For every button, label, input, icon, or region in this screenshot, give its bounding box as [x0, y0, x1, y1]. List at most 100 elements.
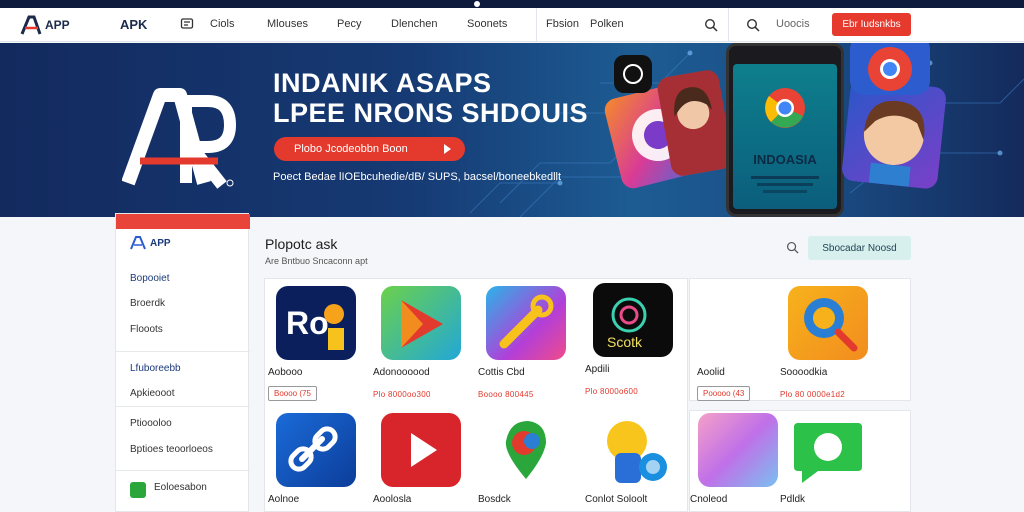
- sidebar-item-8[interactable]: Eoloesabon: [154, 482, 207, 493]
- app-icon-chat: [788, 413, 868, 487]
- sidebar-brand-text: APP: [150, 237, 171, 249]
- sidebar-item-5[interactable]: Apkieooot: [130, 388, 174, 399]
- sidebar-brand[interactable]: APP: [130, 236, 171, 250]
- section-title: Plopotc ask: [265, 236, 338, 252]
- hero-logo-icon: [122, 88, 236, 189]
- chrome-icon-large: [868, 47, 912, 91]
- floating-chrome-card: [850, 43, 930, 95]
- phone-screen: INDOASIA: [733, 64, 837, 209]
- app-price-tag: Boooo (75: [268, 386, 317, 401]
- map-pin-icon: [505, 421, 546, 479]
- hero-subtitle: Poect Bedae lIOEbcuhedie/dB/ SUPS, bacse…: [273, 171, 562, 183]
- nav-cta-button[interactable]: Ebr Iudsnkbs: [832, 13, 911, 36]
- app-icon-scout: Scotk: [593, 283, 673, 357]
- chrome-icon: [765, 88, 805, 128]
- app-name: Apdili: [585, 364, 610, 375]
- play-arrow-icon: [444, 144, 451, 154]
- play-button-icon: [411, 433, 437, 467]
- sidebar-item-4[interactable]: Lfuboreebb: [130, 363, 181, 374]
- filter-pill[interactable]: Sbocadar Noosd: [808, 236, 911, 260]
- app-icon-mascot: [593, 413, 673, 487]
- app-icon-search: [788, 286, 868, 360]
- sidebar-item-3[interactable]: Flooots: [130, 324, 163, 335]
- app-icon-gradient: [698, 413, 778, 487]
- hero-title-line1: INDANIK ASAPS: [273, 68, 492, 98]
- app-icon-video: [381, 413, 461, 487]
- app-icon-maps: [486, 413, 566, 487]
- link-icon: [288, 426, 338, 472]
- wrench-icon: [499, 294, 554, 349]
- app-name: Adonoooood: [373, 367, 430, 378]
- phone-mockup: INDOASIA: [726, 43, 844, 217]
- app-icon-link: [276, 413, 356, 487]
- app-name: Bosdck: [478, 494, 511, 505]
- nav-item-1[interactable]: Ciols: [210, 18, 234, 30]
- document-icon[interactable]: [180, 17, 194, 31]
- app-name: Aobooo: [268, 367, 303, 378]
- status-dot: [474, 1, 480, 7]
- app-name: Aoolosla: [373, 494, 412, 505]
- app-meta: Plo 80 0000e1d2: [780, 390, 845, 399]
- app-name: Cnoleod: [690, 494, 728, 505]
- play-store-icon: [401, 300, 443, 348]
- floating-app-art-2: [614, 55, 652, 93]
- app-icon-rox: Ro: [276, 286, 356, 360]
- sidebar-item-1[interactable]: Bopooiet: [130, 273, 169, 284]
- rox-icon: Ro: [286, 304, 344, 350]
- hero-banner: INDANIK ASAPS LPEE NRONS SHDOUIS Plobo J…: [0, 43, 1024, 217]
- app-name: Soooodkia: [780, 367, 828, 378]
- sidebar-item-6[interactable]: Ptioooloo: [130, 418, 172, 429]
- sidebar-divider-3: [116, 470, 250, 471]
- nav-divider-2: [728, 8, 729, 42]
- chat-bubble-icon: [794, 423, 862, 483]
- sidebar-accent: [116, 214, 250, 229]
- hero-cta-label: Plobo Jcodeobbn Boon: [294, 143, 408, 155]
- nav-item-7[interactable]: Polken: [590, 18, 624, 30]
- magnifier-icon: [804, 298, 858, 352]
- sidebar-item-7[interactable]: Bptioes teoorloeos: [130, 444, 213, 455]
- logo-text: APP: [45, 18, 70, 32]
- app-icon-play: [381, 286, 461, 360]
- sidebar-item-2[interactable]: Broerdk: [130, 298, 165, 309]
- android-icon: [130, 482, 146, 498]
- search-icon-main[interactable]: [786, 241, 799, 254]
- app-name: Aolnoe: [268, 494, 300, 505]
- app-name: Cottis Cbd: [478, 367, 525, 378]
- nav-item-5[interactable]: Soonets: [467, 18, 507, 30]
- logo-icon: [20, 15, 42, 35]
- svg-text:Scotk: Scotk: [607, 334, 643, 350]
- sidebar-divider: [116, 351, 250, 352]
- svg-text:Ro: Ro: [286, 305, 329, 341]
- phone-text-lines: [751, 176, 819, 193]
- mascot-icon: [607, 421, 667, 483]
- app-icon-tools: [486, 286, 566, 360]
- search-icon-2[interactable]: [746, 18, 760, 32]
- phone-text: INDOASIA: [753, 152, 817, 167]
- nav-item-3[interactable]: Pecy: [337, 18, 361, 30]
- app-price-tag: Pooooo (43: [697, 386, 751, 401]
- logo[interactable]: APP: [20, 14, 74, 36]
- sidebar-divider-2: [116, 406, 250, 407]
- app-meta: Boooo 800445: [478, 390, 534, 399]
- app-meta: Plo 8000o600: [585, 387, 638, 396]
- nav-item-6[interactable]: Fbsion: [546, 18, 579, 30]
- nav-brand[interactable]: APK: [120, 17, 147, 32]
- app-name: Pdldk: [780, 494, 806, 505]
- nav-divider: [536, 8, 537, 42]
- sidebar: APP Bopooiet Broerdk Flooots Lfuboreebb …: [115, 213, 250, 512]
- nav-item-2[interactable]: Mlouses: [267, 18, 308, 30]
- hero-cta-button[interactable]: Plobo Jcodeobbn Boon: [274, 137, 465, 161]
- app-name: Conlot Soloolt: [585, 494, 648, 505]
- search-icon[interactable]: [704, 18, 718, 32]
- app-logo-icon: [130, 236, 146, 250]
- nav-item-4[interactable]: Dlenchen: [391, 18, 437, 30]
- top-strip: [0, 0, 1024, 8]
- hero-title-line2: LPEE NRONS SHDOUIS: [273, 98, 589, 128]
- app-icon-blank: [705, 286, 785, 360]
- swirl-icon: [623, 64, 643, 84]
- nav-search-label[interactable]: Uoocis: [776, 18, 810, 30]
- section-subtitle: Are Bntbuo Sncaconn apt: [265, 256, 368, 266]
- app-meta: Plo 8000oo300: [373, 390, 431, 399]
- scout-icon: Scotk: [607, 297, 647, 350]
- nav-bar: APP APK Ciols Mlouses Pecy Dlenchen Soon…: [0, 8, 1024, 42]
